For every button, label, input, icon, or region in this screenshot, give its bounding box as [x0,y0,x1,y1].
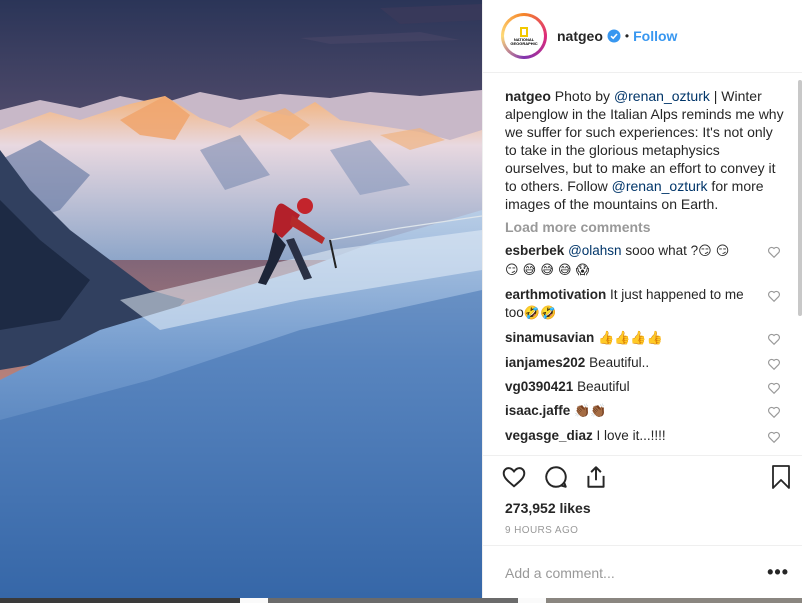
post-header: NATIONAL GEOGRAPHIC natgeo • Follow [483,0,802,73]
follow-button[interactable]: Follow [633,28,677,44]
comment-emoji: 👏🏾👏🏾 [574,404,607,419]
more-options-icon[interactable]: ••• [767,562,789,583]
comment-emoji: 🤣🤣 [523,306,557,321]
comment-like-heart-icon[interactable] [767,357,781,371]
author-handle[interactable]: natgeo [557,28,603,44]
comment-user[interactable]: ianjames202 [505,355,585,370]
comment-mention[interactable]: @olahsn [568,243,622,258]
logo-text: NATIONAL GEOGRAPHIC [510,36,538,46]
caption-mention[interactable]: @renan_ozturk [614,88,710,104]
comment-row: sinamusavian 👍👍👍👍 [505,329,787,348]
comment-like-heart-icon[interactable] [767,405,781,419]
comment-user[interactable]: sinamusavian [505,330,594,345]
add-comment-input[interactable] [505,564,768,581]
comment-like-heart-icon[interactable] [767,245,781,259]
load-more-comments-button[interactable]: Load more comments [505,219,787,235]
share-icon[interactable] [583,464,609,490]
comment-row: vegasge_diaz I love it...!!!! [505,427,787,445]
comment-like-heart-icon[interactable] [767,289,781,303]
post-timestamp[interactable]: 9 HOURS AGO [505,525,578,536]
comment-like-heart-icon[interactable] [767,332,781,346]
scrollbar-thumb[interactable] [798,80,802,316]
like-count[interactable]: 273,952 likes [505,500,591,516]
caption-mention[interactable]: @renan_ozturk [612,178,708,194]
comment-row: esberbek @olahsn sooo what ?😏 😏 😏 😅 😅 😅 … [505,242,787,280]
post-side-panel: NATIONAL GEOGRAPHIC natgeo • Follow natg… [482,0,802,598]
comment-user[interactable]: vegasge_diaz [505,428,593,443]
mountain-climber-photo [0,0,482,598]
comment-row: ianjames202 Beautiful.. [505,354,787,372]
comment-user[interactable]: earthmotivation [505,287,606,302]
verified-badge-icon [607,29,621,43]
add-comment-bar: ••• [483,545,802,599]
bookmark-icon[interactable] [769,464,793,490]
comment-like-heart-icon[interactable] [767,381,781,395]
comment-user[interactable]: vg0390421 [505,379,573,394]
heart-icon[interactable] [501,464,527,490]
comment-icon[interactable] [543,464,569,490]
caption-author[interactable]: natgeo [505,88,551,104]
avatar[interactable]: NATIONAL GEOGRAPHIC [501,13,547,59]
post-caption: natgeo Photo by @renan_ozturk | Winter a… [505,88,784,212]
comments-list: natgeo Photo by @renan_ozturk | Winter a… [483,74,802,454]
post-actions: 273,952 likes 9 HOURS AGO ••• [483,455,802,598]
comment-row: vg0390421 Beautiful [505,378,787,396]
comment-emoji: 👍👍👍👍 [598,331,663,346]
comment-row: isaac.jaffe 👏🏾👏🏾 [505,402,787,421]
comments-scrollbar[interactable] [797,74,802,454]
comment-row: earthmotivation It just happened to me t… [505,286,787,323]
national-geographic-logo: NATIONAL GEOGRAPHIC [507,19,541,53]
post-photo[interactable] [0,0,482,598]
comment-user[interactable]: isaac.jaffe [505,403,570,418]
page-bottom-edge [0,598,802,603]
separator-dot: • [624,29,630,43]
comment-like-heart-icon[interactable] [767,430,781,444]
comment-user[interactable]: esberbek [505,243,564,258]
